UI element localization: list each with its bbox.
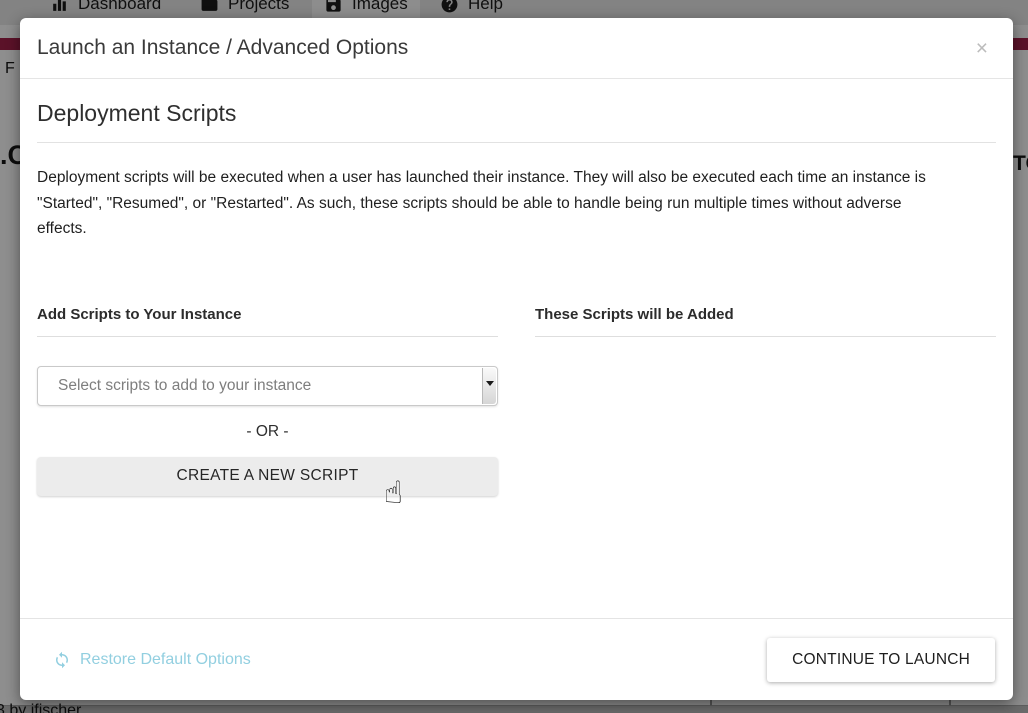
scripts-columns: Add Scripts to Your Instance Select scri…	[37, 306, 996, 496]
restore-default-options-label: Restore Default Options	[80, 651, 251, 669]
restore-default-options-button[interactable]: Restore Default Options	[53, 651, 251, 669]
add-scripts-column: Add Scripts to Your Instance Select scri…	[37, 306, 498, 496]
deployment-scripts-heading: Deployment Scripts	[37, 100, 996, 143]
or-separator: - OR -	[37, 423, 498, 441]
modal-footer: Restore Default Options CONTINUE TO LAUN…	[20, 618, 1013, 700]
create-new-script-button[interactable]: CREATE A NEW SCRIPT	[37, 457, 498, 496]
added-scripts-heading: These Scripts will be Added	[535, 306, 996, 337]
scripts-select[interactable]: Select scripts to add to your instance	[37, 366, 498, 406]
chevron-down-icon[interactable]	[482, 368, 496, 404]
modal-title: Launch an Instance / Advanced Options	[37, 36, 968, 60]
close-icon[interactable]: ×	[968, 34, 996, 63]
added-scripts-column: These Scripts will be Added	[535, 306, 996, 496]
modal-header: Launch an Instance / Advanced Options ×	[20, 18, 1013, 79]
refresh-icon	[53, 651, 71, 669]
launch-advanced-options-modal: Launch an Instance / Advanced Options × …	[20, 18, 1013, 700]
scripts-select-placeholder: Select scripts to add to your instance	[38, 377, 311, 395]
deployment-scripts-description: Deployment scripts will be executed when…	[37, 165, 949, 242]
add-scripts-heading: Add Scripts to Your Instance	[37, 306, 498, 337]
modal-body: Deployment Scripts Deployment scripts wi…	[20, 79, 1013, 496]
continue-to-launch-button[interactable]: CONTINUE TO LAUNCH	[767, 638, 995, 682]
